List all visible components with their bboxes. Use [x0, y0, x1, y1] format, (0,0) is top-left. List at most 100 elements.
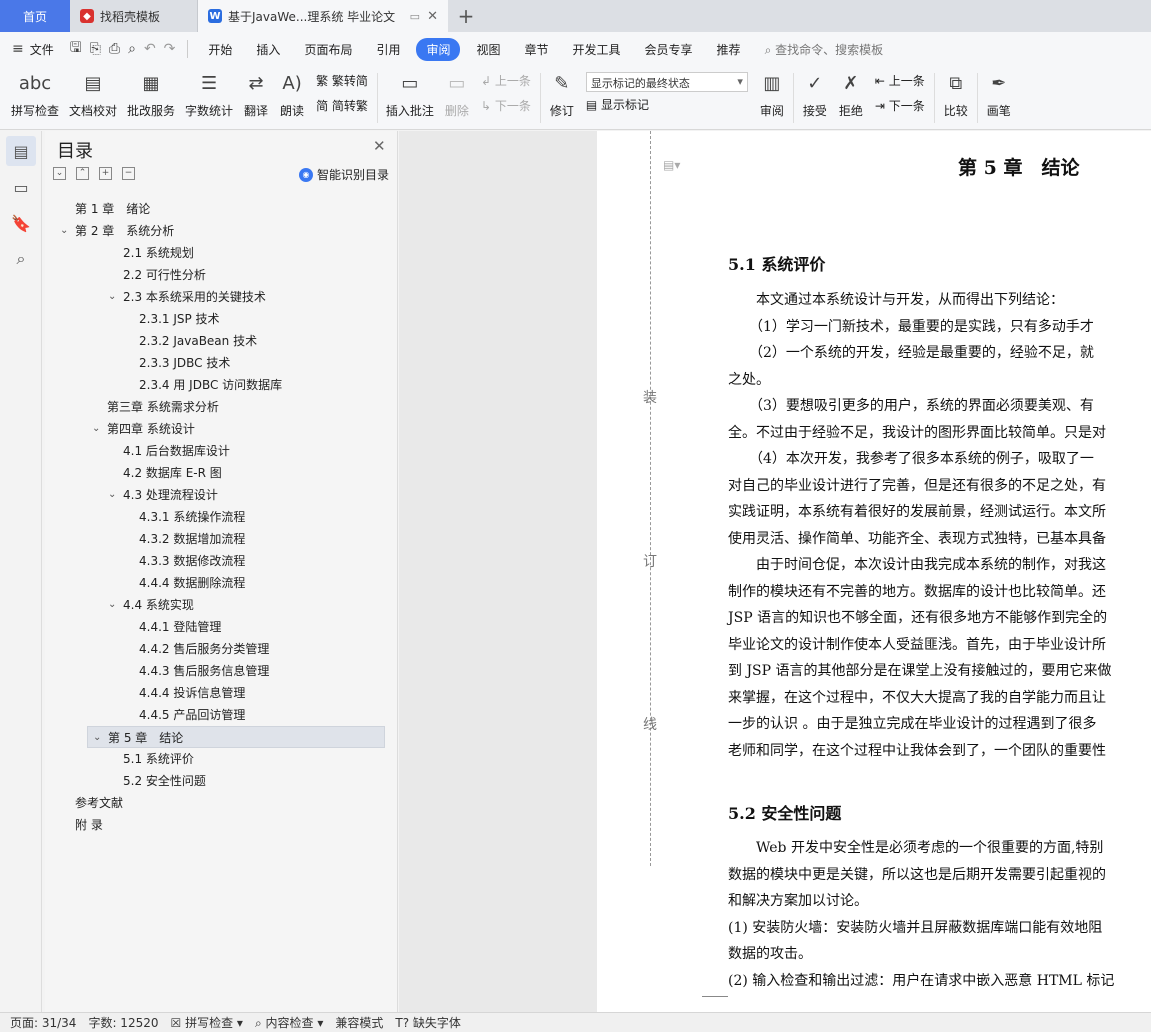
toc-item[interactable]: 4.4.2 售后服务分类管理 — [45, 638, 398, 660]
menu-file[interactable]: 文件 — [28, 41, 66, 58]
expand-up-icon[interactable]: ⌃ — [76, 167, 89, 180]
toc-item[interactable]: 4.4.3 售后服务信息管理 — [45, 660, 398, 682]
add-heading-icon[interactable]: + — [99, 167, 112, 180]
tab-home[interactable]: 首页 — [0, 0, 70, 32]
toc-item[interactable]: 5.2 安全性问题 — [45, 770, 398, 792]
spell-check-status[interactable]: ☒ 拼写检查 ▾ — [171, 1014, 243, 1031]
page-indicator[interactable]: 页面: 31/34 — [10, 1014, 76, 1031]
toc-item[interactable]: ⌄ 2.3 本系统采用的关键技术 — [45, 286, 398, 308]
markup-state-select[interactable]: 显示标记的最终状态 — [585, 72, 748, 92]
trad-to-simp-button[interactable]: 繁 繁转简 — [316, 72, 368, 89]
menu-view[interactable]: 视图 — [464, 41, 512, 58]
close-icon[interactable]: ✕ — [373, 137, 386, 155]
next-comment-button[interactable]: ↳ 下一条 — [481, 97, 531, 114]
chevron-down-icon[interactable]: ⌄ — [108, 594, 116, 616]
compare-button[interactable]: ⧉ 比较 — [938, 66, 974, 119]
prev-comment-button[interactable]: ↲ 上一条 — [481, 72, 531, 89]
redo-icon[interactable]: ↷ — [160, 41, 180, 57]
show-markup-button[interactable]: ▤ 显示标记 — [586, 96, 748, 113]
pin-icon[interactable]: ▭ — [410, 10, 420, 23]
toc-item[interactable]: 4.3.3 数据修改流程 — [45, 550, 398, 572]
menu-start[interactable]: 开始 — [196, 41, 244, 58]
toc-item[interactable]: 4.4.4 投诉信息管理 — [45, 682, 398, 704]
reject-button[interactable]: ✗ 拒绝 — [833, 66, 869, 119]
toc-item[interactable]: ⌄ 第四章 系统设计 — [45, 418, 398, 440]
insert-comment-button[interactable]: ▭ 插入批注 — [381, 66, 439, 119]
content-check-status[interactable]: ⌕ 内容检查 ▾ — [255, 1014, 323, 1031]
tab-document[interactable]: W 基于JavaWe...理系统 毕业论文 ▭ ✕ — [198, 0, 448, 32]
toc-item[interactable]: 4.1 后台数据库设计 — [45, 440, 398, 462]
toc-item[interactable]: 4.4.4 数据删除流程 — [45, 572, 398, 594]
section-heading: 5.1 系统评价 — [728, 255, 826, 274]
toc-item[interactable]: 4.4.1 登陆管理 — [45, 616, 398, 638]
toc-item[interactable]: 2.1 系统规划 — [45, 242, 398, 264]
toc-item[interactable]: ⌄ 4.4 系统实现 — [45, 594, 398, 616]
read-aloud-button[interactable]: A) 朗读 — [274, 66, 310, 119]
proofread-button[interactable]: ▤ 文档校对 — [64, 66, 122, 119]
smart-toc-button[interactable]: ◉ 智能识别目录 — [299, 166, 389, 183]
toc-item[interactable]: ⌄ 第 5 章 结论 — [87, 726, 385, 748]
toc-item[interactable]: ⌄ 第 2 章 系统分析 — [45, 220, 398, 242]
toc-item[interactable]: 2.3.4 用 JDBC 访问数据库 — [45, 374, 398, 396]
menu-recommend[interactable]: 推荐 — [705, 41, 753, 58]
chevron-down-icon[interactable]: ⌄ — [60, 220, 68, 242]
print-icon[interactable]: ⎙ — [105, 41, 124, 57]
chevron-down-icon[interactable]: ⌄ — [108, 484, 116, 506]
find-icon[interactable]: ⌕ — [6, 244, 36, 274]
pen-button[interactable]: ✒ 画笔 — [981, 66, 1017, 119]
toc-item[interactable]: ⌄ 4.3 处理流程设计 — [45, 484, 398, 506]
export-icon[interactable]: ⎘ — [86, 41, 105, 57]
bookmark-icon[interactable]: 🔖 — [6, 208, 36, 238]
page-options-icon[interactable]: ▤▾ — [663, 158, 680, 172]
menu-section[interactable]: 章节 — [513, 41, 561, 58]
spell-check-button[interactable]: abc 拼写检查 — [6, 66, 64, 119]
toc-item[interactable]: 2.3.3 JDBC 技术 — [45, 352, 398, 374]
chapter-nav-icon[interactable]: ▭ — [6, 172, 36, 202]
menu-reference[interactable]: 引用 — [364, 41, 412, 58]
chevron-down-icon[interactable]: ⌄ — [92, 418, 100, 440]
track-changes-button[interactable]: ✎ 修订 — [544, 66, 580, 119]
word-count-indicator[interactable]: 字数: 12520 — [88, 1014, 158, 1031]
menu-insert[interactable]: 插入 — [244, 41, 292, 58]
undo-icon[interactable]: ↶ — [140, 41, 160, 57]
menu-layout[interactable]: 页面布局 — [292, 41, 364, 58]
hamburger-icon[interactable]: ≡ — [8, 41, 28, 57]
chevron-down-icon[interactable]: ⌄ — [108, 286, 116, 308]
accept-button[interactable]: ✓ 接受 — [797, 66, 833, 119]
command-search[interactable]: ⌕ 查找命令、搜索模板 — [753, 41, 896, 58]
menu-devtools[interactable]: 开发工具 — [561, 41, 633, 58]
next-change-button[interactable]: ⇥ 下一条 — [875, 97, 925, 114]
delete-comment-button[interactable]: ▭ 删除 — [439, 66, 475, 119]
save-icon[interactable]: 🖫 — [66, 37, 86, 61]
document-page[interactable]: 装 订 线 ▤▾ 第 5 章 结论 5.1 系统评价 本文通过本系统设计与开发，… — [597, 131, 1151, 1012]
translate-button[interactable]: ⇄ 翻译 — [238, 66, 274, 119]
review-pane-button[interactable]: ▥ 审阅 — [754, 66, 790, 119]
toc-item[interactable]: 2.3.2 JavaBean 技术 — [45, 330, 398, 352]
toc-item[interactable]: 5.1 系统评价 — [45, 748, 398, 770]
batch-service-button[interactable]: ▦ 批改服务 — [122, 66, 180, 119]
toc-item[interactable]: 4.3.1 系统操作流程 — [45, 506, 398, 528]
missing-font-status[interactable]: T? 缺失字体 — [395, 1014, 461, 1031]
toc-item[interactable]: 附 录 — [45, 814, 398, 836]
menu-member[interactable]: 会员专享 — [633, 41, 705, 58]
new-tab-button[interactable]: + — [448, 0, 484, 32]
preview-icon[interactable]: ⌕ — [124, 41, 140, 57]
toc-item[interactable]: 2.3.1 JSP 技术 — [45, 308, 398, 330]
toc-item[interactable]: 2.2 可行性分析 — [45, 264, 398, 286]
collapse-all-icon[interactable]: ⌄ — [53, 167, 66, 180]
tab-template[interactable]: ◆ 找稻壳模板 — [70, 0, 198, 32]
toc-item[interactable]: 参考文献 — [45, 792, 398, 814]
chevron-down-icon[interactable]: ⌄ — [93, 727, 101, 749]
toc-item[interactable]: 第三章 系统需求分析 — [45, 396, 398, 418]
toc-item[interactable]: 第 1 章 绪论 — [45, 198, 398, 220]
toc-item[interactable]: 4.2 数据库 E-R 图 — [45, 462, 398, 484]
prev-change-button[interactable]: ⇤ 上一条 — [875, 72, 925, 89]
toc-panel-icon[interactable]: ▤ — [6, 136, 36, 166]
close-tab-icon[interactable]: ✕ — [427, 9, 438, 24]
remove-heading-icon[interactable]: − — [122, 167, 135, 180]
word-count-button[interactable]: ☰ 字数统计 — [180, 66, 238, 119]
menu-review[interactable]: 审阅 — [416, 37, 461, 61]
toc-item[interactable]: 4.3.2 数据增加流程 — [45, 528, 398, 550]
toc-item[interactable]: 4.4.5 产品回访管理 — [45, 704, 398, 726]
simp-to-trad-button[interactable]: 简 简转繁 — [316, 97, 368, 114]
